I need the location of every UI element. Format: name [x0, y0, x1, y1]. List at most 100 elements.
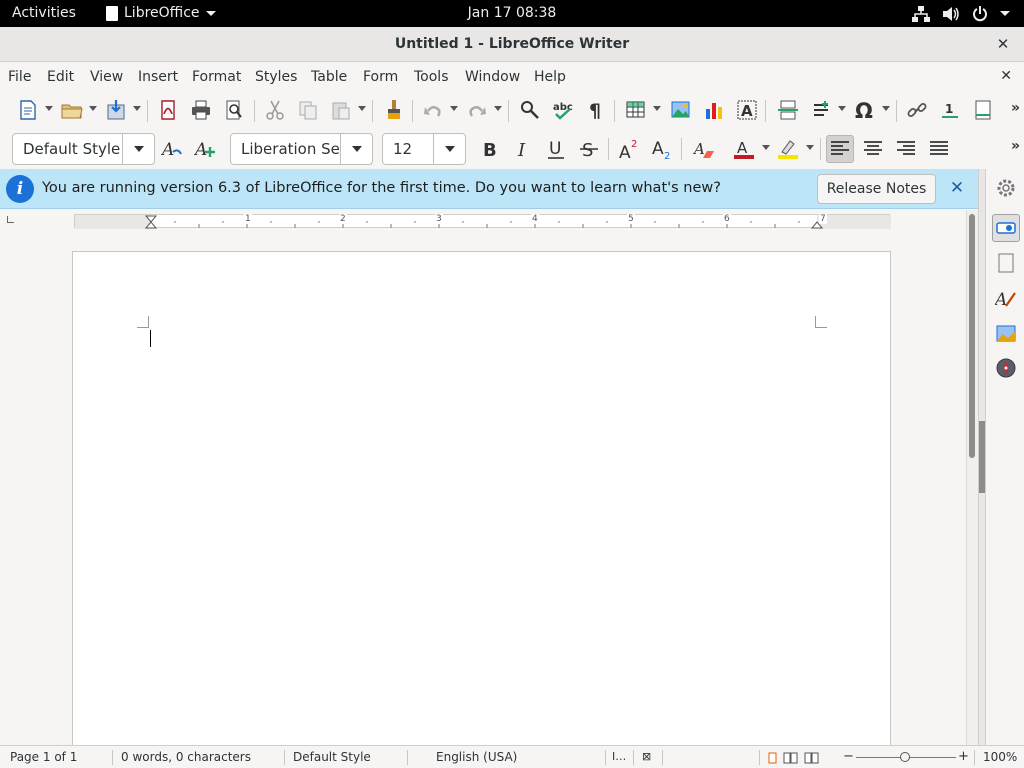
justify-button[interactable]: [925, 135, 953, 163]
horizontal-ruler[interactable]: 1 2 3 4 5 6 7: [74, 214, 891, 229]
paragraph-style-combo[interactable]: Default Style: [12, 133, 155, 165]
strikethrough-button[interactable]: S: [575, 135, 603, 163]
infobar-close-button[interactable]: ✕: [948, 178, 966, 198]
sidebar-navigator-button[interactable]: [992, 354, 1020, 382]
insert-page-break-button[interactable]: [774, 96, 802, 124]
app-menu[interactable]: LibreOffice: [106, 0, 216, 27]
find-replace-button[interactable]: [516, 96, 544, 124]
sidebar-styles-button[interactable]: A: [992, 284, 1020, 312]
menu-table[interactable]: Table: [311, 63, 347, 91]
sidebar-properties-button[interactable]: [992, 214, 1020, 242]
chevron-down-icon[interactable]: [450, 106, 458, 111]
scrollbar-thumb[interactable]: [969, 214, 975, 458]
page-style[interactable]: Default Style: [293, 746, 371, 768]
insert-image-button[interactable]: [667, 96, 695, 124]
view-layout-icons[interactable]: [768, 752, 824, 764]
paragraph-style-dropdown[interactable]: [122, 134, 154, 164]
undo-button[interactable]: [419, 96, 447, 124]
font-size-combo[interactable]: 12: [382, 133, 466, 165]
chevron-down-icon[interactable]: [653, 106, 661, 111]
subscript-button[interactable]: A2: [648, 135, 676, 163]
menu-format[interactable]: Format: [192, 63, 241, 91]
insert-hyperlink-button[interactable]: [903, 96, 931, 124]
print-preview-button[interactable]: [220, 96, 248, 124]
window-close-button[interactable]: ✕: [994, 35, 1012, 53]
menu-file[interactable]: File: [8, 63, 31, 91]
zoom-out-icon[interactable]: −: [843, 746, 854, 768]
underline-button[interactable]: U: [542, 135, 570, 163]
chevron-down-icon[interactable]: [89, 106, 97, 111]
chevron-down-icon[interactable]: [45, 106, 53, 111]
font-size-dropdown[interactable]: [433, 134, 465, 164]
window-titlebar[interactable]: Untitled 1 - LibreOffice Writer ✕: [0, 27, 1024, 62]
sidebar-settings-button[interactable]: [992, 174, 1020, 202]
chevron-down-icon[interactable]: [806, 145, 814, 150]
release-notes-button[interactable]: Release Notes: [817, 174, 936, 204]
language[interactable]: English (USA): [436, 746, 517, 768]
tab-stop-selector[interactable]: [7, 216, 14, 223]
menu-window[interactable]: Window: [465, 63, 520, 91]
print-button[interactable]: [187, 96, 215, 124]
insert-textbox-button[interactable]: A: [733, 96, 761, 124]
align-center-button[interactable]: [859, 135, 887, 163]
superscript-button[interactable]: A2: [615, 135, 643, 163]
document-modified-icon[interactable]: ⊠: [642, 746, 651, 768]
font-name-dropdown[interactable]: [340, 134, 372, 164]
sidebar-gallery-button[interactable]: [992, 319, 1020, 347]
chevron-down-icon[interactable]: [358, 106, 366, 111]
font-color-button[interactable]: A: [730, 135, 758, 163]
bold-button[interactable]: B: [476, 135, 504, 163]
save-button[interactable]: [102, 96, 130, 124]
new-style-button[interactable]: A: [191, 135, 219, 163]
document-area[interactable]: 1 2 3 4 5 6 7: [0, 210, 966, 745]
toolbar-overflow-icon[interactable]: »: [1011, 138, 1020, 154]
chevron-down-icon[interactable]: [882, 106, 890, 111]
chevron-down-icon[interactable]: [133, 106, 141, 111]
system-tray[interactable]: [912, 0, 1010, 27]
export-pdf-button[interactable]: [154, 96, 182, 124]
sidebar-splitter[interactable]: [978, 169, 985, 745]
align-right-button[interactable]: [892, 135, 920, 163]
clone-formatting-button[interactable]: [380, 96, 408, 124]
redo-button[interactable]: [463, 96, 491, 124]
zoom-slider-knob[interactable]: [900, 752, 910, 762]
menu-form[interactable]: Form: [363, 63, 398, 91]
open-button[interactable]: [58, 96, 86, 124]
document-page[interactable]: [72, 251, 891, 745]
word-count[interactable]: 0 words, 0 characters: [121, 746, 251, 768]
close-document-button[interactable]: ✕: [1000, 68, 1012, 84]
font-name-combo[interactable]: Liberation Se: [230, 133, 373, 165]
menu-view[interactable]: View: [90, 63, 123, 91]
insert-footnote-button[interactable]: 1: [936, 96, 964, 124]
toolbar-overflow-icon[interactable]: »: [1011, 100, 1020, 116]
new-document-button[interactable]: [14, 96, 42, 124]
paste-button[interactable]: [327, 96, 355, 124]
chevron-down-icon[interactable]: [762, 145, 770, 150]
update-style-button[interactable]: A: [158, 135, 186, 163]
activities-button[interactable]: Activities: [12, 0, 76, 27]
insert-field-button[interactable]: [807, 96, 835, 124]
clear-formatting-button[interactable]: A: [690, 135, 718, 163]
insert-chart-button[interactable]: [700, 96, 728, 124]
copy-button[interactable]: [294, 96, 322, 124]
insert-mode-icon[interactable]: I…: [612, 746, 626, 768]
align-left-button[interactable]: [826, 135, 854, 163]
formatting-marks-button[interactable]: ¶: [582, 96, 610, 124]
insert-table-button[interactable]: [622, 96, 650, 124]
highlight-color-button[interactable]: [774, 135, 802, 163]
italic-button[interactable]: I: [509, 135, 537, 163]
chevron-down-icon[interactable]: [838, 106, 846, 111]
insert-endnote-button[interactable]: [969, 96, 997, 124]
menu-tools[interactable]: Tools: [414, 63, 449, 91]
vertical-scrollbar[interactable]: [966, 210, 978, 745]
insert-special-character-button[interactable]: Ω: [851, 96, 879, 124]
menu-help[interactable]: Help: [534, 63, 566, 91]
chevron-down-icon[interactable]: [494, 106, 502, 111]
sidebar-page-button[interactable]: [992, 249, 1020, 277]
spelling-button[interactable]: abc: [549, 96, 577, 124]
menu-styles[interactable]: Styles: [255, 63, 297, 91]
menu-insert[interactable]: Insert: [138, 63, 178, 91]
zoom-in-icon[interactable]: +: [958, 746, 969, 768]
zoom-level[interactable]: 100%: [983, 746, 1017, 768]
page-count[interactable]: Page 1 of 1: [10, 746, 77, 768]
